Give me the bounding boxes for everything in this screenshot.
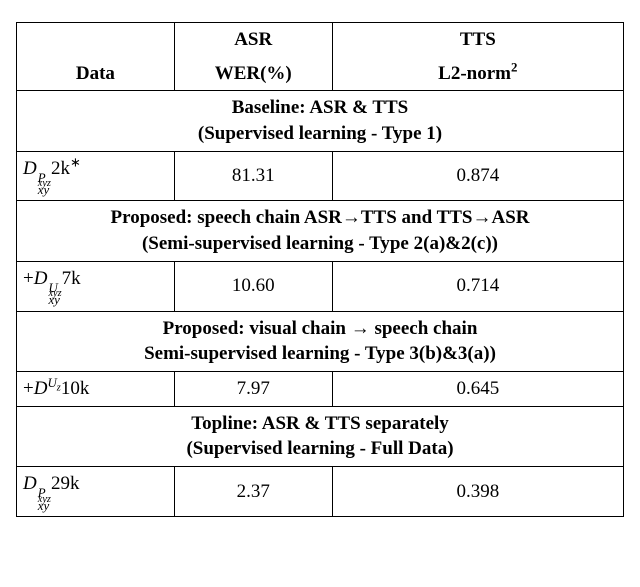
section-header-line1: Topline: ASR & TTS separately (23, 411, 617, 437)
cell-data: +DUz10k (17, 371, 175, 406)
table-row: DPxyzxy29k2.370.398 (17, 466, 624, 516)
section-header-line1: Baseline: ASR & TTS (23, 95, 617, 121)
section-header-line2: (Semi-supervised learning - Type 2(a)&2(… (23, 231, 617, 257)
table-row: +DUz10k7.970.645 (17, 371, 624, 406)
cell-asr: 7.97 (174, 371, 332, 406)
results-table: DataASRTTSWER(%)L2-norm2Baseline: ASR & … (16, 22, 624, 517)
header-tts-line2: L2-norm2 (332, 57, 623, 91)
header-asr-line1: ASR (174, 23, 332, 57)
section-header: Baseline: ASR & TTS(Supervised learning … (17, 91, 624, 151)
section-header-line2: (Supervised learning - Full Data) (23, 436, 617, 462)
header-data: Data (17, 23, 175, 91)
header-tts-line1: TTS (332, 23, 623, 57)
section-header: Proposed: speech chain ASR→TTS and TTS→A… (17, 201, 624, 261)
cell-tts: 0.714 (332, 261, 623, 311)
cell-data: DPxyzxy29k (17, 466, 175, 516)
table-row: +DUxyzxy7k10.600.714 (17, 261, 624, 311)
cell-asr: 2.37 (174, 466, 332, 516)
cell-data: DPxyzxy2k∗ (17, 151, 175, 201)
cell-tts: 0.645 (332, 371, 623, 406)
cell-data: +DUxyzxy7k (17, 261, 175, 311)
section-header-line1: Proposed: visual chain → speech chain (23, 316, 617, 342)
table-row: DPxyzxy2k∗81.310.874 (17, 151, 624, 201)
header-asr-line2: WER(%) (174, 57, 332, 91)
section-header: Proposed: visual chain → speech chainSem… (17, 311, 624, 371)
cell-asr: 10.60 (174, 261, 332, 311)
cell-tts: 0.398 (332, 466, 623, 516)
cell-asr: 81.31 (174, 151, 332, 201)
section-header-line2: Semi-supervised learning - Type 3(b)&3(a… (23, 341, 617, 367)
section-header-line1: Proposed: speech chain ASR→TTS and TTS→A… (23, 205, 617, 231)
cell-tts: 0.874 (332, 151, 623, 201)
section-header-line2: (Supervised learning - Type 1) (23, 121, 617, 147)
section-header: Topline: ASR & TTS separately(Supervised… (17, 406, 624, 466)
